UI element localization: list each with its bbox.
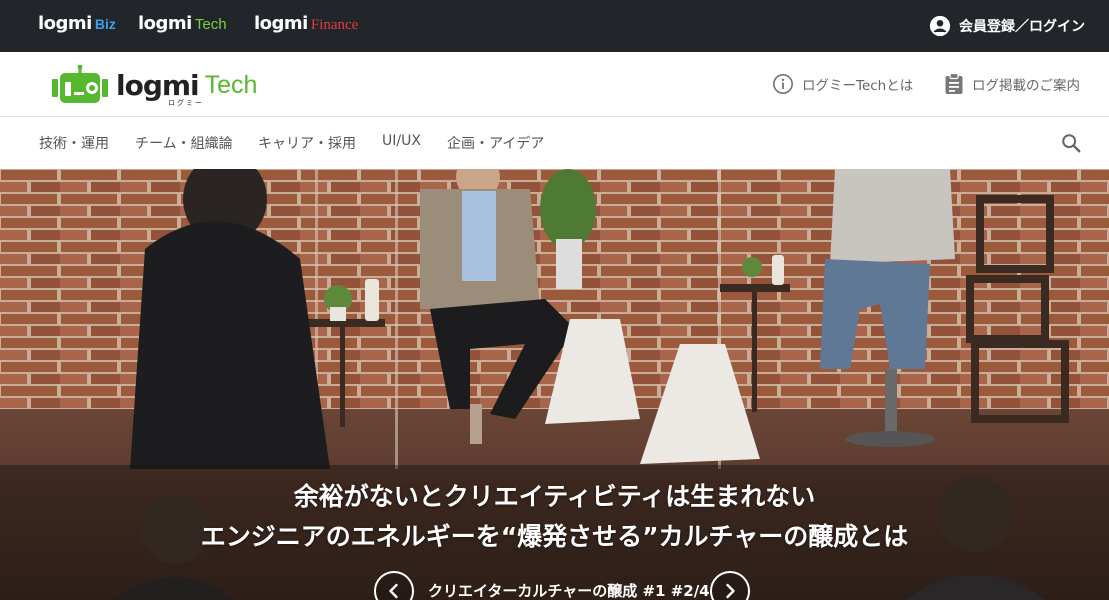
brand-sub: Tech	[194, 16, 227, 33]
category-ui-ux[interactable]: UI/UX	[382, 133, 421, 149]
logmi-biz-link[interactable]: logmi Biz	[38, 13, 116, 39]
search-icon	[1062, 134, 1081, 153]
category-nav: 技術・運用 チーム・組織論 キャリア・採用 UI/UX 企画・アイデア	[0, 117, 1109, 169]
site-header: logmi Tech ログミー ログミーTechとは ログ掲載のご案内	[0, 52, 1109, 117]
brand-name: logmi	[38, 13, 92, 34]
hero-article-banner[interactable]: 余裕がないとクリエイティビティは生まれない エンジニアのエネルギーを“爆発させる…	[0, 169, 1109, 600]
category-team-org[interactable]: チーム・組織論	[135, 133, 233, 153]
hero-title-line-1[interactable]: 余裕がないとクリエイティビティは生まれない	[0, 477, 1109, 517]
login-register-link[interactable]: 会員登録／ログイン	[929, 13, 1085, 39]
brand-name: logmi	[138, 13, 192, 34]
brand-name: logmi	[254, 13, 308, 34]
logmi-finance-link[interactable]: logmi Finance	[254, 13, 358, 39]
category-career-hiring[interactable]: キャリア・採用	[258, 133, 356, 153]
series-navigator: クリエイターカルチャーの醸成 #1 #2/4	[374, 571, 750, 600]
publication-guide-label: ログ掲載のご案内	[972, 78, 1080, 94]
logo-kana: ログミー	[168, 99, 204, 107]
hero-title-line-2[interactable]: エンジニアのエネルギーを“爆発させる”カルチャーの醸成とは	[0, 517, 1109, 557]
chevron-right-icon	[726, 583, 735, 599]
login-register-label: 会員登録／ログイン	[959, 19, 1085, 35]
brand-sub: Biz	[94, 16, 116, 32]
logo-wordmark: logmi	[116, 68, 200, 102]
account-circle-icon	[929, 15, 951, 37]
category-tech-ops[interactable]: 技術・運用	[39, 133, 109, 153]
robot-logo-icon	[52, 65, 108, 103]
logmi-tech-link[interactable]: logmi Tech	[138, 13, 227, 39]
search-button[interactable]	[1059, 131, 1083, 155]
brand-sub: Finance	[310, 17, 359, 33]
logmi-tech-logo[interactable]: logmi Tech ログミー	[50, 65, 258, 107]
about-logmi-tech-link[interactable]: ログミーTechとは	[772, 72, 913, 96]
about-link-label: ログミーTechとは	[802, 78, 914, 94]
clipboard-icon	[945, 73, 963, 94]
site-network-bar: logmi Biz logmi Tech logmi Finance 会員登録／…	[0, 0, 1109, 52]
category-planning-ideas[interactable]: 企画・アイデア	[447, 133, 544, 153]
next-article-button[interactable]	[710, 571, 750, 600]
chevron-left-icon	[389, 583, 398, 599]
previous-article-button[interactable]	[374, 571, 414, 600]
series-label[interactable]: クリエイターカルチャーの醸成 #1 #2/4	[428, 580, 710, 600]
info-icon	[773, 74, 793, 94]
logo-tech: Tech	[204, 70, 258, 99]
publication-guide-link[interactable]: ログ掲載のご案内	[944, 72, 1080, 96]
